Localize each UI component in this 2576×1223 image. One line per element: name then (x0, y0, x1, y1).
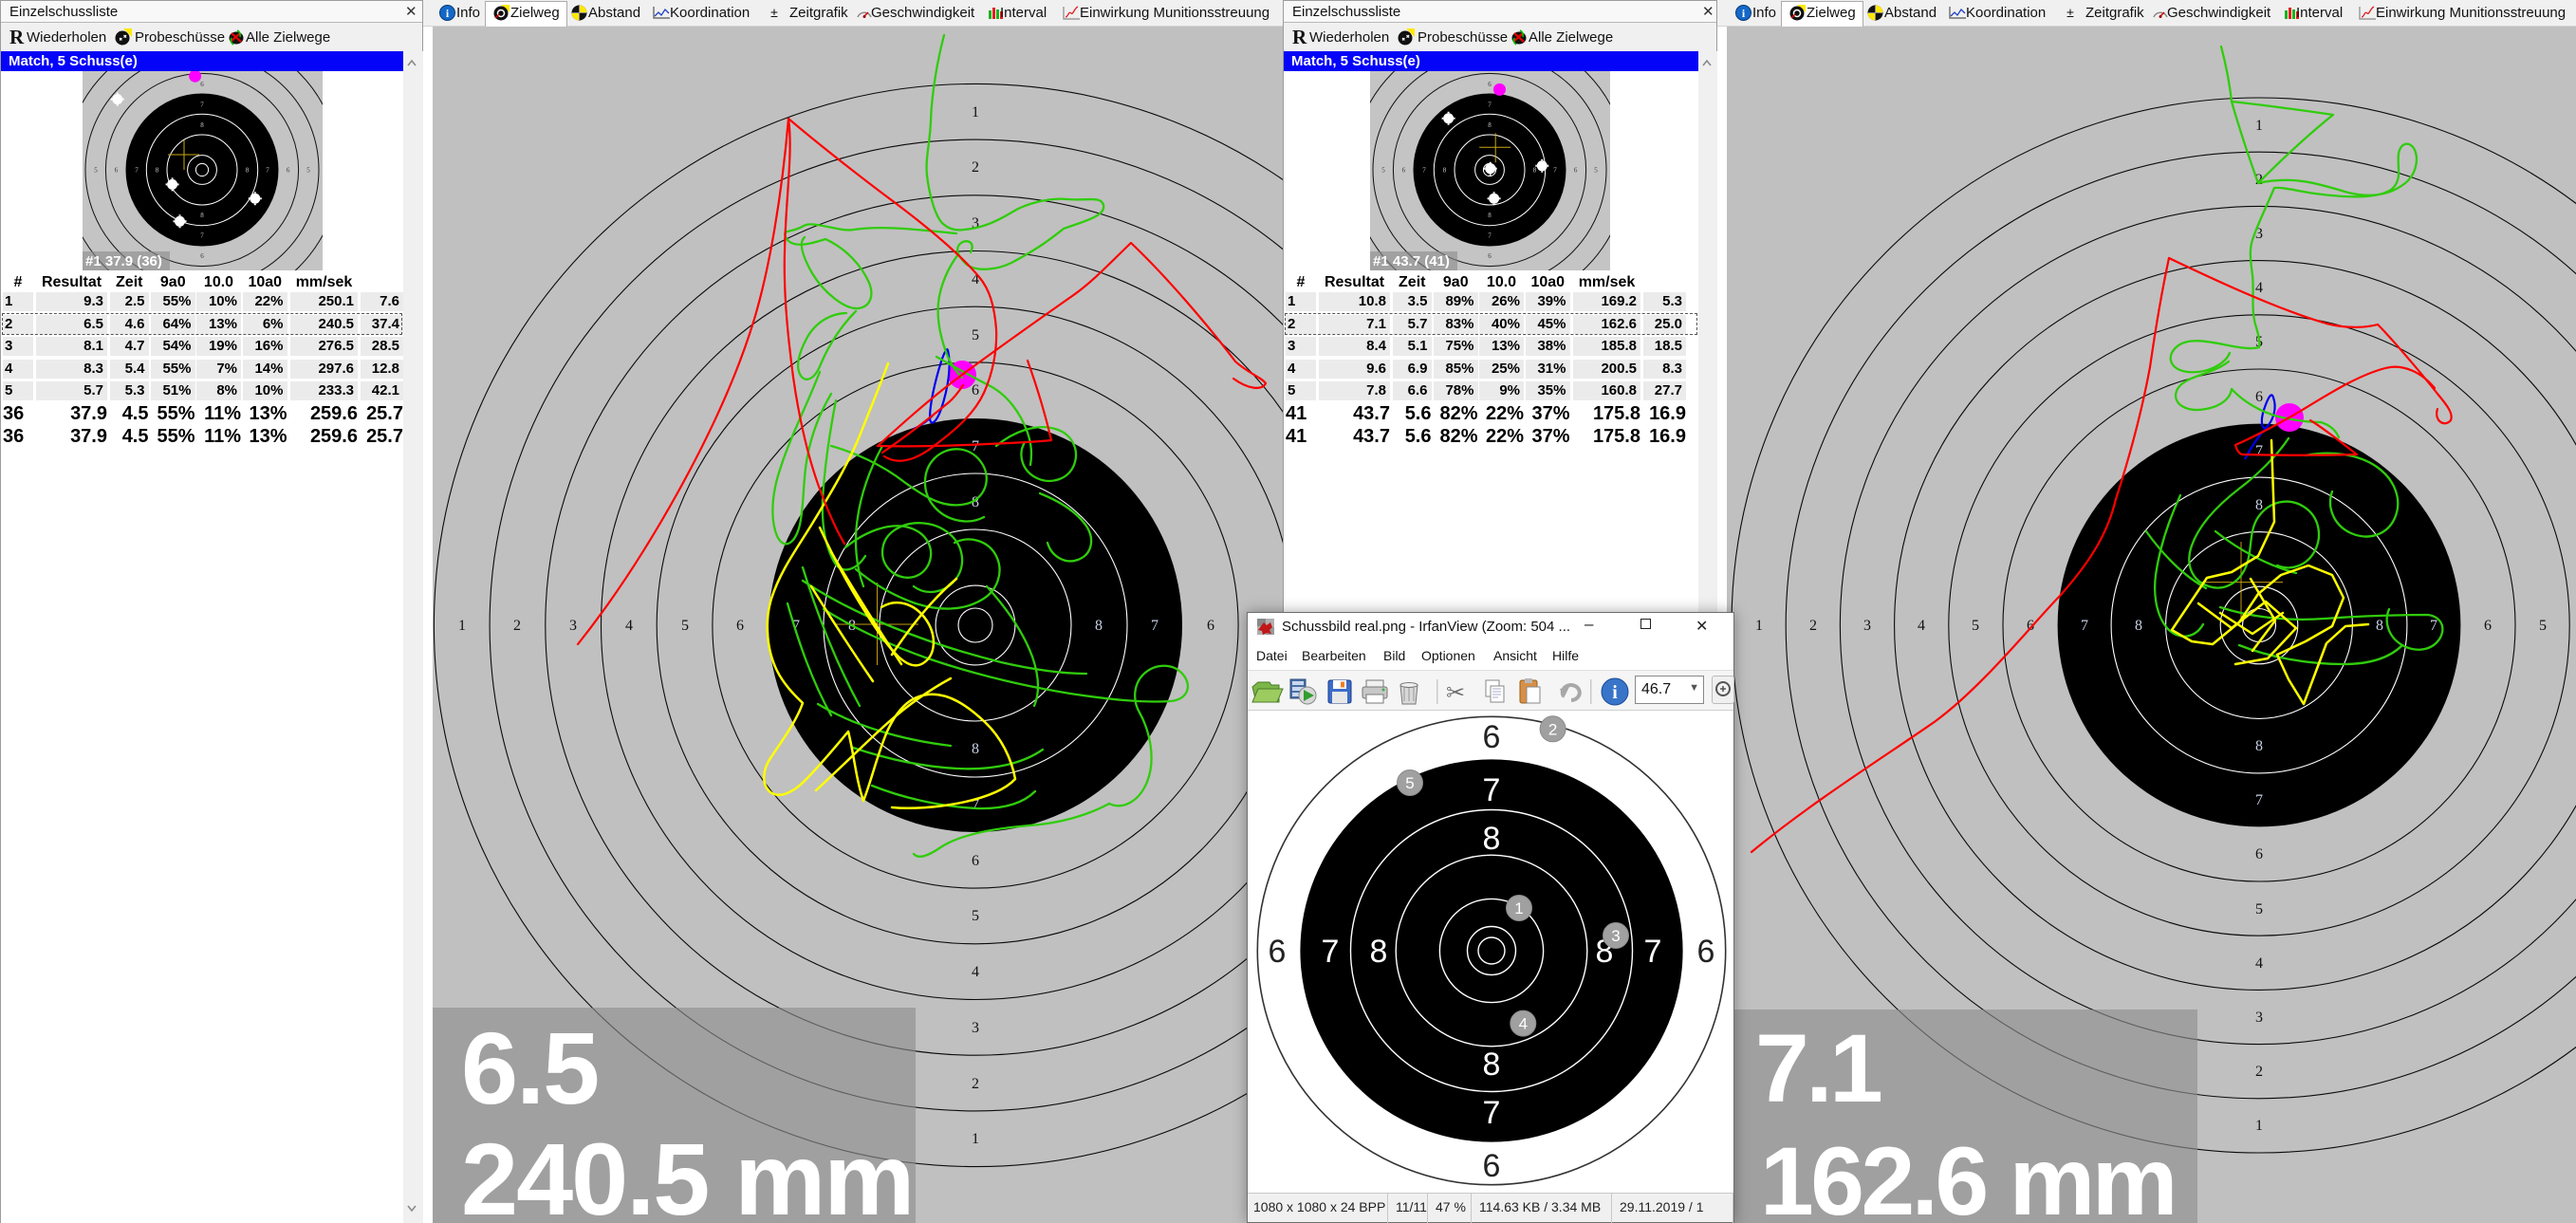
svg-text:5: 5 (972, 908, 979, 924)
svg-text:8: 8 (2376, 618, 2383, 634)
svg-text:8: 8 (1095, 618, 1103, 634)
svg-text:7: 7 (200, 232, 204, 240)
svg-text:7.1: 7.1 (1755, 1014, 1881, 1122)
svg-text:5: 5 (94, 167, 98, 175)
svg-text:7: 7 (266, 167, 269, 175)
svg-text:1: 1 (1514, 899, 1523, 917)
svg-text:4: 4 (972, 964, 979, 980)
svg-text:8: 8 (972, 741, 979, 757)
svg-text:8: 8 (1483, 821, 1501, 857)
svg-text:8: 8 (1533, 167, 1537, 175)
svg-text:8: 8 (2135, 618, 2142, 634)
svg-text:3: 3 (1611, 927, 1620, 945)
svg-text:240.5 mm: 240.5 mm (461, 1121, 913, 1223)
svg-text:6: 6 (972, 853, 979, 869)
svg-text:1: 1 (972, 1131, 979, 1147)
svg-text:6: 6 (1697, 934, 1715, 970)
svg-text:7: 7 (2255, 792, 2263, 808)
svg-text:7: 7 (1644, 934, 1662, 970)
svg-text:6: 6 (1269, 934, 1287, 970)
svg-text:8: 8 (1370, 934, 1388, 970)
svg-text:7: 7 (1553, 167, 1557, 175)
svg-text:6: 6 (200, 252, 204, 260)
svg-text:6: 6 (1483, 1148, 1501, 1184)
svg-text:#1 37.9 (36): #1 37.9 (36) (85, 253, 162, 269)
svg-text:1: 1 (972, 104, 979, 120)
svg-text:5: 5 (1972, 618, 1979, 634)
svg-text:8: 8 (200, 121, 204, 129)
svg-text:6: 6 (1488, 252, 1492, 260)
svg-text:8: 8 (2255, 497, 2263, 513)
svg-text:6: 6 (287, 167, 290, 175)
svg-text:7: 7 (2081, 618, 2088, 634)
svg-text:7: 7 (1483, 1095, 1501, 1131)
svg-text:5: 5 (1405, 774, 1414, 792)
svg-text:7: 7 (2430, 618, 2437, 634)
svg-text:3: 3 (972, 1020, 979, 1036)
svg-text:5: 5 (2539, 618, 2547, 634)
svg-text:6: 6 (2484, 618, 2492, 634)
svg-text:8: 8 (156, 167, 159, 175)
svg-text:5: 5 (972, 327, 979, 343)
svg-text:7: 7 (1322, 934, 1340, 970)
svg-text:4: 4 (2255, 280, 2263, 296)
svg-text:7: 7 (1151, 618, 1158, 634)
svg-text:4: 4 (1519, 1015, 1528, 1033)
svg-text:6: 6 (115, 167, 119, 175)
svg-text:6: 6 (2255, 846, 2263, 862)
svg-text:5: 5 (2255, 901, 2263, 917)
svg-text:7: 7 (1488, 232, 1492, 240)
svg-text:8: 8 (1488, 212, 1492, 219)
svg-text:7: 7 (1483, 772, 1501, 808)
svg-text:162.6 mm: 162.6 mm (1760, 1127, 2175, 1223)
svg-text:3: 3 (1863, 618, 1871, 634)
svg-text:6: 6 (1574, 167, 1578, 175)
svg-text:3: 3 (569, 618, 577, 634)
svg-text:1: 1 (2255, 1118, 2263, 1134)
svg-text:±: ± (770, 5, 778, 20)
svg-text:2: 2 (1548, 720, 1557, 738)
svg-text:1: 1 (2255, 118, 2263, 134)
svg-text:7: 7 (2255, 443, 2263, 459)
svg-text:1: 1 (458, 618, 466, 634)
svg-text:5: 5 (306, 167, 310, 175)
svg-text:8: 8 (1488, 121, 1492, 129)
svg-text:6: 6 (1207, 618, 1214, 634)
svg-text:6: 6 (1483, 719, 1501, 755)
svg-text:7: 7 (1422, 167, 1426, 175)
svg-text:8: 8 (2255, 738, 2263, 754)
svg-text:±: ± (2066, 5, 2074, 20)
svg-text:5: 5 (681, 618, 689, 634)
svg-text:6: 6 (200, 81, 204, 88)
svg-text:2: 2 (972, 159, 979, 176)
svg-text:6.5: 6.5 (461, 1010, 598, 1125)
svg-text:2: 2 (513, 618, 521, 634)
svg-text:8: 8 (246, 167, 250, 175)
svg-text:7: 7 (972, 438, 979, 454)
svg-text:✂: ✂ (1446, 680, 1465, 706)
svg-text:7: 7 (200, 102, 204, 109)
svg-text:3: 3 (2255, 1010, 2263, 1026)
svg-text:4: 4 (625, 618, 633, 634)
svg-text:8: 8 (1443, 167, 1447, 175)
svg-text:7: 7 (135, 167, 139, 175)
svg-text:2: 2 (1809, 618, 1817, 634)
svg-text:4: 4 (2255, 955, 2263, 972)
svg-text:6: 6 (972, 382, 979, 398)
svg-text:4: 4 (1918, 618, 1925, 634)
svg-text:1: 1 (1755, 618, 1763, 634)
svg-text:7: 7 (1488, 102, 1492, 109)
svg-text:6: 6 (2255, 389, 2263, 405)
svg-text:2: 2 (2255, 1064, 2263, 1080)
svg-text:5: 5 (1594, 167, 1598, 175)
svg-text:8: 8 (1483, 1047, 1501, 1083)
svg-text:6: 6 (1402, 167, 1406, 175)
svg-text:6: 6 (1488, 81, 1492, 88)
svg-text:2: 2 (972, 1076, 979, 1092)
svg-text:8: 8 (200, 212, 204, 219)
svg-text:i: i (1612, 682, 1618, 703)
svg-text:5: 5 (1381, 167, 1385, 175)
svg-text:#1 43.7 (41): #1 43.7 (41) (1373, 253, 1450, 269)
svg-text:6: 6 (736, 618, 744, 634)
